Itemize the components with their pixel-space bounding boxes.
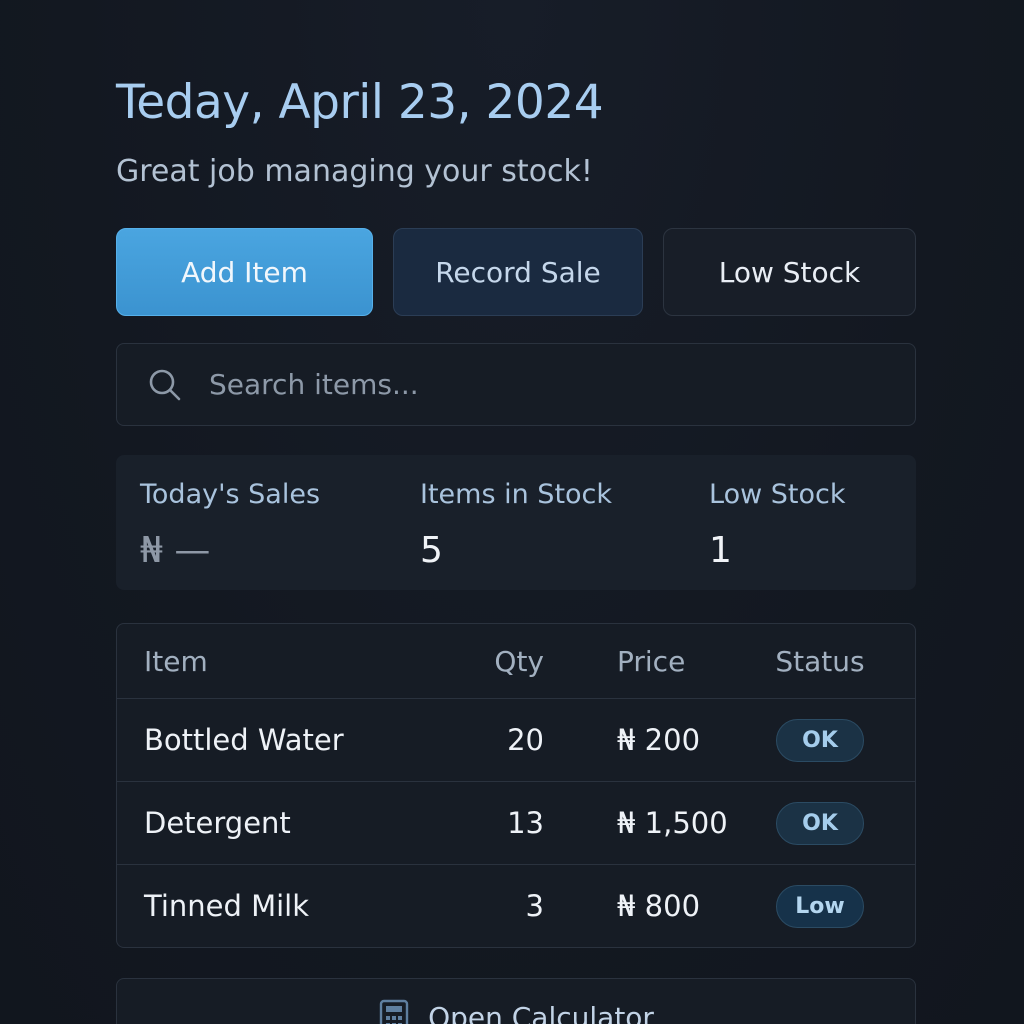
record-sale-button[interactable]: Record Sale	[393, 228, 643, 316]
column-header-item[interactable]: Item	[144, 624, 208, 698]
column-header-qty[interactable]: Qty	[447, 624, 544, 698]
search-bar[interactable]	[116, 343, 916, 426]
status-cell: Low	[775, 865, 865, 947]
stat-value: 5	[420, 530, 443, 571]
item-name: Bottled Water	[144, 723, 344, 757]
stat-label: Today's Sales	[140, 479, 321, 510]
search-input[interactable]	[207, 367, 811, 402]
action-buttons: Add Item Record Sale Low Stock	[116, 228, 916, 316]
column-header-status[interactable]: Status	[757, 624, 883, 698]
main-content: Teday, April 23, 2024 Great job managing…	[116, 70, 916, 1024]
app-screen: Teday, April 23, 2024 Great job managing…	[0, 0, 1024, 1024]
status-badge: Low	[776, 884, 864, 928]
open-calculator-button[interactable]: Open Calculator	[116, 978, 916, 1024]
item-qty: 20	[507, 723, 544, 757]
column-header-price[interactable]: Price	[617, 624, 685, 698]
calculator-button-content: Open Calculator	[378, 999, 654, 1024]
subtitle: Great job managing your stock!	[116, 154, 593, 189]
status-cell: OK	[775, 782, 865, 864]
inventory-table: Item Qty Price Status Bottled Water 20 ₦…	[116, 623, 916, 948]
item-price: ₦ 800	[617, 889, 701, 923]
stat-items-in-stock: Items in Stock 5	[420, 477, 612, 571]
status-badge: OK	[776, 718, 864, 762]
calculator-icon	[378, 999, 410, 1024]
table-row[interactable]: Detergent 13 ₦ 1,500 OK	[117, 781, 915, 864]
stats-panel: Today's Sales ₦ — Items in Stock 5 Low S…	[116, 455, 916, 590]
stat-label: Low Stock	[709, 479, 846, 510]
search-icon	[147, 367, 183, 403]
stat-label: Items in Stock	[420, 479, 613, 510]
add-item-button[interactable]: Add Item	[116, 228, 373, 316]
table-row[interactable]: Tinned Milk 3 ₦ 800 Low	[117, 864, 915, 947]
date-title: Teday, April 23, 2024	[116, 75, 604, 130]
status-badge: OK	[776, 801, 864, 845]
item-price: ₦ 200	[617, 723, 701, 757]
item-name: Tinned Milk	[144, 889, 310, 923]
status-cell: OK	[775, 699, 865, 781]
stat-todays-sales: Today's Sales ₦ —	[140, 477, 320, 571]
stat-value: ₦ —	[140, 530, 211, 571]
item-name: Detergent	[144, 806, 291, 840]
low-stock-button[interactable]: Low Stock	[663, 228, 916, 316]
stat-value: 1	[709, 530, 732, 571]
stat-low-stock: Low Stock 1	[709, 477, 845, 571]
item-qty: 3	[525, 889, 544, 923]
item-price: ₦ 1,500	[617, 806, 728, 840]
table-row[interactable]: Bottled Water 20 ₦ 200 OK	[117, 698, 915, 781]
table-header-row: Item Qty Price Status	[117, 624, 915, 698]
calculator-label: Open Calculator	[428, 1000, 654, 1024]
item-qty: 13	[507, 806, 544, 840]
